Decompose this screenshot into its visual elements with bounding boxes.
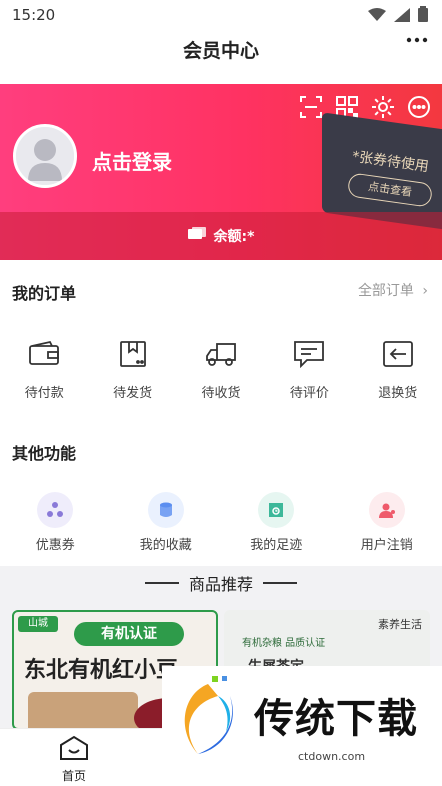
home-icon bbox=[59, 735, 89, 765]
func-label: 我的足迹 bbox=[250, 538, 303, 553]
user-cancel-icon bbox=[368, 492, 405, 528]
order-label: 待付款 bbox=[24, 386, 64, 401]
balance-label: 余额:* bbox=[213, 229, 255, 245]
truck-icon bbox=[205, 340, 237, 372]
watermark-logo-icon bbox=[168, 674, 248, 766]
member-banner: 点击登录 *张券待使用 点击查看 余额:* bbox=[0, 84, 442, 260]
order-item-pending-review[interactable]: 待评价 bbox=[265, 340, 353, 401]
message-icon[interactable] bbox=[406, 94, 432, 120]
watermark: 传统下载 ctdown.com bbox=[162, 666, 442, 786]
status-time: 15:20 bbox=[12, 6, 56, 24]
order-item-returns[interactable]: 退换货 bbox=[354, 340, 442, 401]
recommend-header: 商品推荐 bbox=[0, 566, 442, 600]
functions-grid: 优惠券 我的收藏 我的足迹 用户注销 bbox=[0, 492, 442, 553]
func-item-user-cancel[interactable]: 用户注销 bbox=[332, 492, 442, 553]
divider-line bbox=[144, 582, 179, 584]
func-item-footprint[interactable]: 我的足迹 bbox=[221, 492, 332, 553]
divider-line bbox=[263, 582, 297, 584]
wifi-icon bbox=[368, 7, 386, 26]
product-image bbox=[28, 692, 138, 728]
collect-icon bbox=[147, 492, 184, 528]
functions-card: 其他功能 优惠券 我的收藏 我的足迹 用户注销 bbox=[0, 426, 442, 566]
order-item-pending-payment[interactable]: 待付款 bbox=[0, 340, 88, 401]
func-item-collect[interactable]: 我的收藏 bbox=[111, 492, 222, 553]
page-title: 会员中心 bbox=[182, 40, 259, 62]
avatar[interactable] bbox=[13, 124, 77, 188]
footprint-icon bbox=[258, 492, 295, 528]
battery-icon bbox=[418, 6, 428, 26]
coupon-icon bbox=[37, 492, 74, 528]
scan-icon[interactable] bbox=[298, 94, 324, 120]
order-label: 退换货 bbox=[378, 386, 418, 401]
box-icon bbox=[117, 340, 149, 372]
wallet-card-icon bbox=[187, 227, 206, 245]
title-bar: 会员中心 bbox=[0, 30, 442, 84]
watermark-title: 传统下载 bbox=[254, 696, 418, 742]
settings-icon[interactable] bbox=[370, 94, 396, 120]
order-label: 待收货 bbox=[201, 386, 241, 401]
comment-icon bbox=[293, 340, 325, 372]
banner-top-icons bbox=[298, 94, 432, 120]
nav-home-label: 首页 bbox=[61, 769, 86, 783]
func-label: 优惠券 bbox=[35, 538, 75, 553]
nav-home[interactable]: 首页 bbox=[52, 735, 96, 784]
signal-icon bbox=[394, 7, 410, 26]
orders-title: 我的订单 bbox=[12, 284, 77, 303]
product-title: 东北有机红小豆 bbox=[24, 658, 179, 683]
order-item-pending-receipt[interactable]: 待收货 bbox=[177, 340, 265, 401]
more-icon[interactable] bbox=[406, 30, 428, 55]
order-item-pending-shipment[interactable]: 待发货 bbox=[88, 340, 176, 401]
balance-strip[interactable]: 余额:* bbox=[0, 212, 442, 260]
chevron-right-icon: › bbox=[422, 283, 428, 299]
login-button[interactable]: 点击登录 bbox=[92, 146, 172, 175]
brand-tag: 山城 bbox=[18, 616, 58, 632]
order-label: 待发货 bbox=[113, 386, 153, 401]
order-grid: 待付款 待发货 待收货 待评价 退换货 bbox=[0, 340, 442, 401]
order-label: 待评价 bbox=[289, 386, 329, 401]
func-item-coupon[interactable]: 优惠券 bbox=[0, 492, 111, 553]
status-icons bbox=[368, 6, 428, 26]
status-bar: 15:20 bbox=[0, 0, 442, 30]
all-orders-link[interactable]: 全部订单 › bbox=[358, 280, 428, 300]
recommend-title: 商品推荐 bbox=[188, 575, 253, 594]
quality-badge: 有机杂粮 品质认证 bbox=[242, 638, 326, 649]
all-orders-label: 全部订单 bbox=[357, 283, 414, 299]
watermark-url: ctdown.com bbox=[298, 750, 366, 763]
func-label: 我的收藏 bbox=[139, 538, 192, 553]
func-label: 用户注销 bbox=[360, 538, 413, 553]
orders-card: 我的订单 全部订单 › 待付款 待发货 待收货 待评价 退换货 bbox=[0, 260, 442, 426]
brand-tag: 素养生活 bbox=[378, 618, 422, 631]
wallet-icon bbox=[28, 340, 60, 372]
organic-badge: 有机认证 bbox=[74, 622, 184, 646]
functions-title: 其他功能 bbox=[12, 444, 77, 463]
return-icon bbox=[382, 340, 414, 372]
